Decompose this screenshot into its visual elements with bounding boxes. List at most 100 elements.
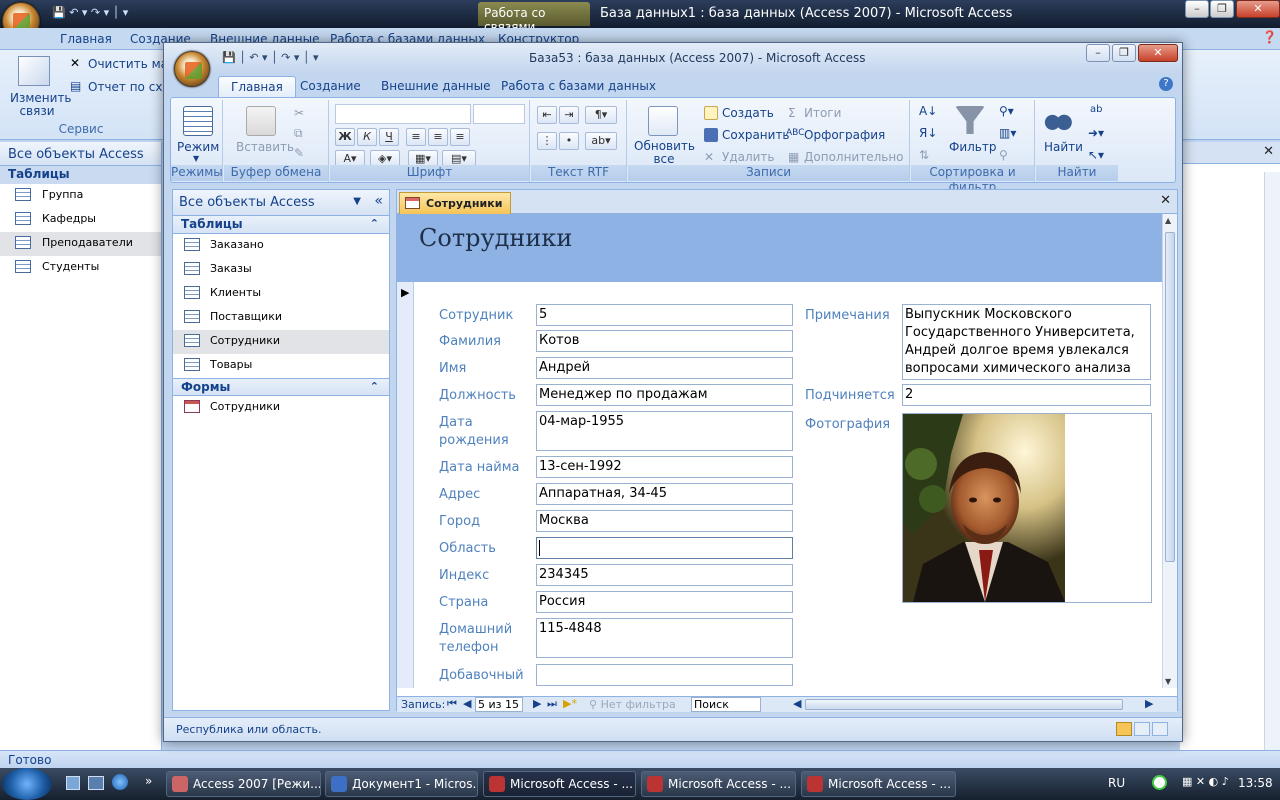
font-name-combo[interactable] bbox=[335, 104, 471, 124]
help-icon[interactable]: ? bbox=[1159, 77, 1173, 91]
notes-field[interactable]: Выпускник Московского Государственного У… bbox=[902, 304, 1151, 380]
clock[interactable]: 13:58 bbox=[1238, 776, 1273, 790]
quick-access-toolbar[interactable]: 💾 ↶ ▾ ↷ ▾ │ ▾ bbox=[52, 6, 128, 19]
network-icon[interactable] bbox=[1152, 775, 1167, 790]
search-input[interactable]: Поиск bbox=[691, 697, 761, 712]
show-desktop-icon[interactable] bbox=[66, 776, 80, 790]
document-tab[interactable]: Сотрудники bbox=[399, 192, 512, 214]
copy-icon[interactable]: ⧉ bbox=[294, 126, 303, 141]
help-icon[interactable]: ❓ bbox=[1262, 30, 1277, 44]
bg-vertical-scrollbar[interactable] bbox=[1264, 172, 1280, 752]
nav-item-table[interactable]: Заказы bbox=[173, 258, 389, 282]
birth-date-field[interactable]: 04-мар-1955 bbox=[536, 411, 793, 451]
increase-indent-icon[interactable]: ⇥ bbox=[559, 106, 579, 124]
goto-icon[interactable]: ➜▾ bbox=[1088, 126, 1104, 140]
highlight-icon[interactable]: ab▾ bbox=[585, 132, 617, 150]
taskbar-button-access-2007[interactable]: Access 2007 [Режи... bbox=[166, 771, 321, 797]
first-record-icon[interactable]: ⏮ bbox=[447, 697, 457, 711]
close-button[interactable]: ✕ bbox=[1138, 44, 1178, 62]
replace-icon[interactable]: ab bbox=[1090, 104, 1102, 115]
taskbar-button-access-3[interactable]: Microsoft Access - ... bbox=[801, 771, 956, 797]
format-painter-icon[interactable]: ✎ bbox=[294, 146, 304, 160]
edit-relations-button[interactable]: Изменить связи bbox=[10, 92, 72, 118]
position-field[interactable]: Менеджер по продажам bbox=[536, 384, 793, 406]
maximize-button[interactable]: ❐ bbox=[1210, 0, 1234, 18]
toggle-filter-icon[interactable]: ⚲ bbox=[999, 148, 1008, 162]
delete-record-button[interactable]: Удалить bbox=[722, 150, 775, 164]
bg-nav-item[interactable]: Группа bbox=[0, 184, 161, 208]
country-field[interactable]: Россия bbox=[536, 591, 793, 613]
nav-section-forms[interactable]: Формы ⌃ bbox=[173, 378, 389, 396]
scroll-right-icon[interactable]: ▶ bbox=[1145, 697, 1153, 710]
nav-item-table[interactable]: Товары bbox=[173, 354, 389, 378]
edit-relations-icon[interactable] bbox=[18, 56, 50, 86]
address-field[interactable]: Аппаратная, 34-45 bbox=[536, 483, 793, 505]
nav-item-table[interactable]: Клиенты bbox=[173, 282, 389, 306]
cut-icon[interactable]: ✂ bbox=[294, 106, 304, 120]
context-tab-relations[interactable]: Работа со связями bbox=[478, 2, 590, 34]
find-button[interactable]: Найти bbox=[1044, 140, 1083, 154]
office-button-icon[interactable] bbox=[174, 51, 210, 87]
close-button[interactable]: ✕ bbox=[1236, 0, 1280, 18]
scroll-thumb[interactable] bbox=[1165, 232, 1175, 562]
italic-button[interactable]: К bbox=[357, 128, 377, 146]
report-icon[interactable]: ▤ bbox=[70, 79, 81, 93]
region-field[interactable] bbox=[536, 537, 793, 559]
scroll-left-icon[interactable]: ◀ bbox=[793, 697, 801, 710]
chevron-right-icon[interactable]: » bbox=[145, 774, 152, 788]
selection-filter-icon[interactable]: ⚲▾ bbox=[999, 104, 1014, 118]
layout-view-icon[interactable] bbox=[1134, 722, 1150, 736]
underline-button[interactable]: Ч bbox=[379, 128, 399, 146]
advanced-filter-icon[interactable]: ▥▾ bbox=[999, 126, 1016, 140]
sort-descending-icon[interactable]: Я↓ bbox=[919, 126, 937, 140]
next-record-icon[interactable]: ▶ bbox=[533, 697, 541, 710]
more-button[interactable]: Дополнительно bbox=[804, 150, 904, 164]
hire-date-field[interactable]: 13-сен-1992 bbox=[536, 456, 793, 478]
internet-explorer-icon[interactable] bbox=[112, 774, 128, 790]
switch-windows-icon[interactable] bbox=[88, 776, 104, 790]
nav-item-table[interactable]: Поставщики bbox=[173, 306, 389, 330]
align-right-icon[interactable]: ≡ bbox=[450, 128, 470, 146]
tray-icons[interactable]: ▦ ✕ ◐ ♪ bbox=[1182, 775, 1229, 788]
maximize-button[interactable]: ❐ bbox=[1112, 44, 1136, 62]
no-filter-indicator[interactable]: ⚲ Нет фильтра bbox=[589, 698, 676, 711]
numbering-icon[interactable]: ⋮ bbox=[537, 132, 557, 150]
reports-to-field[interactable]: 2 bbox=[902, 384, 1151, 406]
quick-access-toolbar[interactable]: 💾 │ ↶ ▾ │ ↷ ▾ │ ▾ bbox=[222, 51, 319, 64]
previous-record-icon[interactable]: ◀ bbox=[463, 697, 471, 710]
save-record-button[interactable]: Сохранить bbox=[722, 128, 790, 142]
language-indicator[interactable]: RU bbox=[1108, 776, 1125, 790]
nav-item-table-selected[interactable]: Сотрудники bbox=[173, 330, 389, 354]
employee-id-field[interactable]: 5 bbox=[536, 304, 793, 326]
chevron-down-icon[interactable]: ▼ bbox=[353, 196, 361, 207]
bold-button[interactable]: Ж bbox=[335, 128, 355, 146]
last-record-icon[interactable]: ⏭ bbox=[547, 697, 557, 711]
collapse-pane-icon[interactable]: « bbox=[374, 193, 383, 209]
design-view-icon[interactable] bbox=[1152, 722, 1168, 736]
collapse-section-icon[interactable]: ⌃ bbox=[370, 217, 379, 230]
last-name-field[interactable]: Котов bbox=[536, 330, 793, 352]
new-record-button[interactable]: Создать bbox=[722, 106, 774, 120]
select-icon[interactable]: ↖▾ bbox=[1088, 148, 1104, 162]
refresh-all-button[interactable]: Обновить все bbox=[634, 140, 695, 166]
taskbar-button-word[interactable]: Документ1 - Micros... bbox=[325, 771, 478, 797]
bg-nav-item[interactable]: Преподаватели bbox=[0, 232, 161, 256]
extension-field[interactable] bbox=[536, 664, 793, 686]
taskbar-button-access-2[interactable]: Microsoft Access - ... bbox=[641, 771, 796, 797]
vertical-scrollbar[interactable]: ▲ ▼ bbox=[1162, 214, 1177, 688]
tab-create[interactable]: Создание bbox=[288, 76, 373, 97]
minimize-button[interactable]: – bbox=[1185, 0, 1209, 18]
clear-sort-icon[interactable]: ⇅ bbox=[919, 148, 929, 162]
tab-home[interactable]: Главная bbox=[218, 76, 296, 97]
view-button[interactable]: Режим bbox=[177, 140, 219, 154]
nav-item-form[interactable]: Сотрудники bbox=[173, 396, 389, 420]
font-size-combo[interactable] bbox=[473, 104, 525, 124]
bg-nav-item[interactable]: Кафедры bbox=[0, 208, 161, 232]
decrease-indent-icon[interactable]: ⇤ bbox=[537, 106, 557, 124]
filter-button[interactable]: Фильтр bbox=[949, 140, 996, 154]
paragraph-direction-icon[interactable]: ¶▾ bbox=[585, 106, 617, 124]
home-phone-field[interactable]: 115-4848 bbox=[536, 618, 793, 658]
form-view-icon[interactable] bbox=[1116, 722, 1132, 736]
close-document-icon[interactable]: ✕ bbox=[1160, 193, 1171, 208]
paste-button[interactable]: Вставить bbox=[236, 140, 294, 154]
